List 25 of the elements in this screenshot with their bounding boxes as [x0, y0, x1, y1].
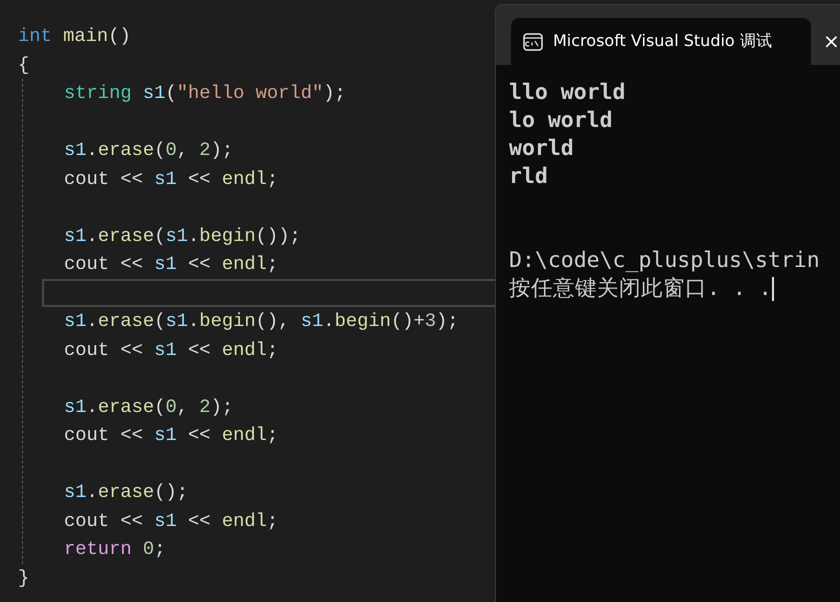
code-line: s1.erase(0, 2);	[64, 396, 234, 418]
code-line: cout << s1 << endl;	[64, 253, 278, 275]
code-line: s1.erase();	[64, 481, 188, 503]
close-button[interactable]: ×	[823, 29, 840, 53]
console-tab[interactable]: Microsoft Visual Studio 调试	[511, 18, 811, 65]
text-cursor	[772, 277, 774, 301]
code-line: cout << s1 << endl;	[64, 424, 278, 446]
code-line: int main()	[18, 25, 131, 47]
console-output-line: D:\code\c_plusplus\strin	[509, 247, 820, 275]
code-line: s1.erase(s1.begin(), s1.begin()+3);	[64, 310, 459, 332]
console-output-line: rld	[509, 163, 549, 191]
console-output-line: world	[509, 135, 575, 163]
code-line: }	[18, 566, 30, 588]
console-output-line: 按任意键关闭此窗口. . .	[509, 275, 772, 303]
code-line: cout << s1 << endl;	[64, 338, 278, 360]
code-line: string s1("hello world");	[64, 82, 346, 104]
code-line: return 0;	[64, 538, 166, 560]
code-line: {	[18, 54, 30, 76]
console-icon	[523, 32, 543, 50]
console-output-line: lo world	[509, 107, 614, 135]
code-line: cout << s1 << endl;	[64, 510, 278, 532]
code-line: s1.erase(s1.begin());	[64, 224, 301, 246]
console-output-line: llo world	[509, 79, 626, 107]
code-line: s1.erase(0, 2);	[64, 139, 234, 161]
code-line: cout << s1 << endl;	[64, 168, 278, 190]
